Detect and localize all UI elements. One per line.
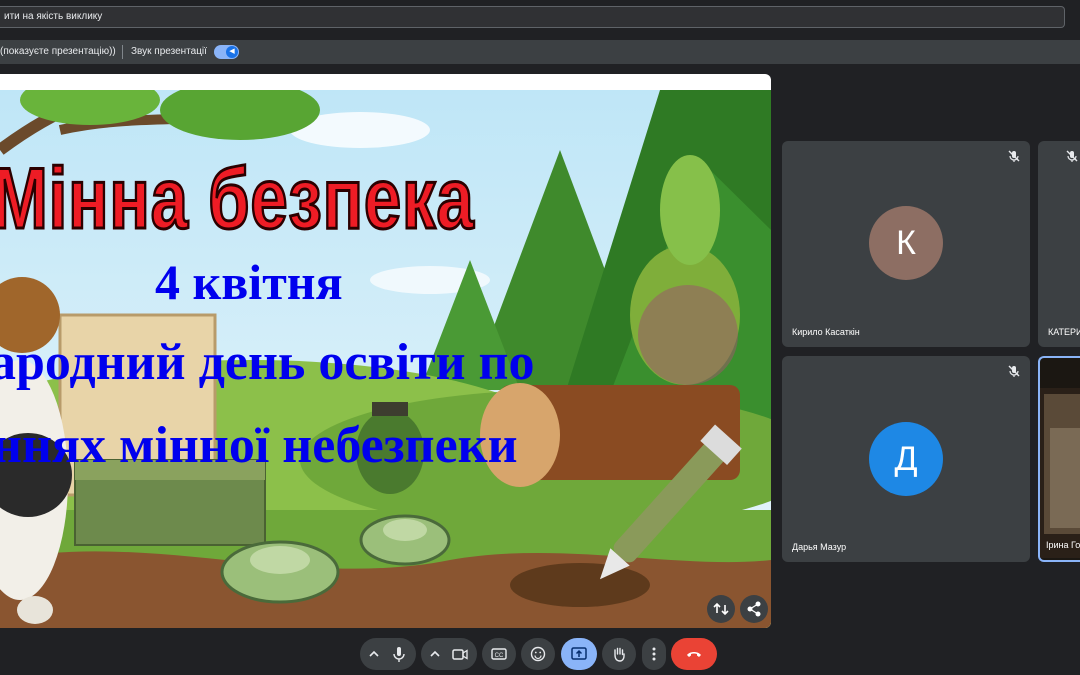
- present-icon: [571, 647, 587, 660]
- top-bar: ити на якість виклику: [0, 0, 1080, 32]
- presentation-view: Мінна безпека 4 квітня народний день осв…: [0, 74, 771, 628]
- captions-icon: CC: [491, 648, 507, 660]
- participant-tile[interactable]: К Кирило Касаткін: [782, 141, 1030, 347]
- mic-control-group: [360, 638, 416, 670]
- participant-name: Дарья Мазур: [792, 542, 847, 552]
- mic-off-icon: [1008, 365, 1020, 377]
- participant-tile[interactable]: КАТЕРИ: [1038, 141, 1080, 347]
- divider: [122, 45, 123, 59]
- swap-icon: [713, 602, 729, 616]
- feedback-text: ити на якість виклику: [4, 11, 103, 22]
- participant-name: Кирило Касаткін: [792, 327, 860, 337]
- mic-icon[interactable]: [390, 645, 408, 663]
- volume-icon: ◀: [226, 46, 238, 58]
- mic-off-icon: [1008, 150, 1020, 162]
- camera-control-group: [421, 638, 477, 670]
- share-icon: [747, 601, 761, 617]
- avatar: Д: [869, 422, 943, 496]
- participant-tile[interactable]: Д Дарья Мазур: [782, 356, 1030, 562]
- avatar: К: [869, 206, 943, 280]
- mic-off-icon: [1066, 150, 1078, 162]
- chevron-up-icon[interactable]: [366, 646, 382, 662]
- share-button[interactable]: [740, 595, 768, 623]
- end-call-icon: [687, 652, 701, 657]
- slide-subtitle-line-2: аннях мінної небезпеки: [0, 417, 518, 474]
- presentation-sound-toggle[interactable]: ◀: [214, 45, 239, 59]
- reactions-button[interactable]: [521, 638, 555, 670]
- slide-date: 4 квітня: [155, 254, 343, 310]
- emoji-icon: [530, 646, 546, 662]
- presentation-bar: (показуєте презентацію)) Звук презентаці…: [0, 40, 1080, 64]
- more-options-button[interactable]: [642, 638, 666, 670]
- camera-video-feed: [1040, 388, 1080, 558]
- participant-name: КАТЕРИ: [1048, 327, 1080, 337]
- slide-title: Мінна безпека: [0, 150, 475, 249]
- more-icon: [652, 647, 656, 661]
- present-now-button[interactable]: [561, 638, 597, 670]
- participant-name: Ірина Го: [1046, 540, 1080, 550]
- call-quality-feedback[interactable]: ити на якість виклику: [0, 6, 1065, 28]
- leave-call-button[interactable]: [671, 638, 717, 670]
- camera-icon[interactable]: [451, 646, 469, 662]
- swap-layout-button[interactable]: [707, 595, 735, 623]
- captions-button[interactable]: CC: [482, 638, 516, 670]
- participant-tile-video[interactable]: Ірина Го: [1038, 356, 1080, 562]
- presentation-sound-label: Звук презентації: [131, 46, 207, 57]
- svg-text:CC: CC: [495, 653, 504, 659]
- slide-image: Мінна безпека 4 квітня народний день осв…: [0, 90, 771, 628]
- chevron-up-icon[interactable]: [427, 646, 443, 662]
- slide-subtitle-line-1: народний день освіти по: [0, 334, 535, 391]
- raise-hand-icon: [614, 647, 625, 662]
- raise-hand-button[interactable]: [602, 638, 636, 670]
- presenting-status: (показуєте презентацію)): [0, 46, 116, 57]
